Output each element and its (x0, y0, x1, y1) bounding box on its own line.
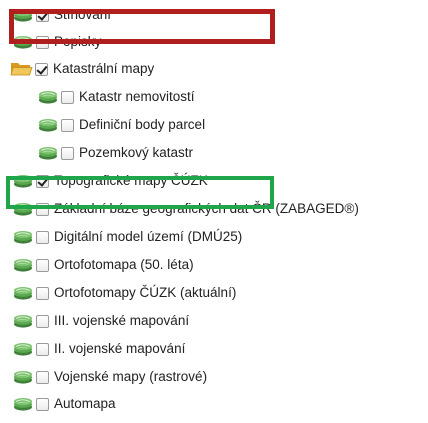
layer-checkbox[interactable] (36, 202, 49, 216)
layer-checkbox[interactable] (36, 258, 49, 272)
layer-label: Definiční body parcel (79, 117, 206, 132)
layer-checkbox[interactable] (36, 342, 49, 356)
layer-icon (37, 117, 59, 133)
layer-checkbox[interactable] (36, 174, 49, 188)
layer-checkbox[interactable] (35, 62, 48, 76)
layer-label: Ortofotomapa (50. léta) (54, 257, 194, 272)
layer-icon (37, 145, 59, 161)
layer-label: Topografické mapy ČÚZK (54, 173, 208, 188)
layer-label: Ortofotomapy ČÚZK (aktuální) (54, 285, 237, 300)
layer-label: Pozemkový katastr (79, 145, 194, 160)
layer-icon (12, 229, 34, 245)
layer-row[interactable]: Ortofotomapy ČÚZK (aktuální) (12, 282, 236, 304)
layer-row[interactable]: Základní báze geografických dat ČR (ZABA… (12, 198, 359, 220)
layer-icon (12, 341, 34, 357)
layer-checkbox[interactable] (36, 35, 49, 49)
layer-row[interactable]: Popisky (12, 31, 101, 53)
layer-row[interactable]: Katastr nemovitostí (37, 86, 195, 108)
layer-icon (12, 369, 34, 385)
layer-row[interactable]: Definiční body parcel (37, 114, 205, 136)
layer-label: Digitální model území (DMÚ25) (54, 229, 243, 244)
layer-row[interactable]: Pozemkový katastr (37, 142, 193, 164)
layer-label: Vojenské mapy (rastrové) (54, 369, 208, 384)
layer-icon (37, 89, 59, 105)
layer-row[interactable]: Automapa (12, 393, 116, 415)
layer-icon (12, 313, 34, 329)
layer-row[interactable]: Digitální model území (DMÚ25) (12, 226, 242, 248)
layer-row[interactable]: Topografické mapy ČÚZK (12, 170, 208, 192)
layer-label: Automapa (54, 396, 116, 411)
layer-checkbox[interactable] (61, 118, 74, 132)
layer-row[interactable]: II. vojenské mapování (12, 338, 185, 360)
folder-open-icon[interactable] (10, 61, 33, 77)
layer-icon (12, 7, 34, 23)
layer-checkbox[interactable] (36, 397, 49, 411)
layer-label: Popisky (54, 34, 102, 49)
layer-row[interactable]: Katastrální mapy (10, 58, 154, 80)
layer-row[interactable]: Vojenské mapy (rastrové) (12, 366, 207, 388)
layer-checkbox[interactable] (36, 286, 49, 300)
layer-label: III. vojenské mapování (54, 313, 190, 328)
layer-row[interactable]: III. vojenské mapování (12, 310, 189, 332)
layer-row[interactable]: Stínování (12, 4, 111, 26)
layer-checkbox[interactable] (61, 146, 74, 160)
layer-icon (12, 173, 34, 189)
layer-icon (12, 201, 34, 217)
layer-label: II. vojenské mapování (54, 341, 186, 356)
layer-icon (12, 285, 34, 301)
layer-label: Katastrální mapy (53, 61, 155, 76)
layer-label: Katastr nemovitostí (79, 89, 195, 104)
layer-icon (12, 396, 34, 412)
layer-icon (12, 34, 34, 50)
layer-checkbox[interactable] (36, 230, 49, 244)
layer-row[interactable]: Ortofotomapa (50. léta) (12, 254, 194, 276)
layer-label: Základní báze geografických dat ČR (ZABA… (54, 201, 359, 216)
layer-checkbox[interactable] (36, 314, 49, 328)
layer-checkbox[interactable] (36, 8, 49, 22)
layer-icon (12, 257, 34, 273)
layer-checkbox[interactable] (36, 370, 49, 384)
layer-label: Stínování (54, 7, 112, 22)
layer-checkbox[interactable] (61, 90, 74, 104)
